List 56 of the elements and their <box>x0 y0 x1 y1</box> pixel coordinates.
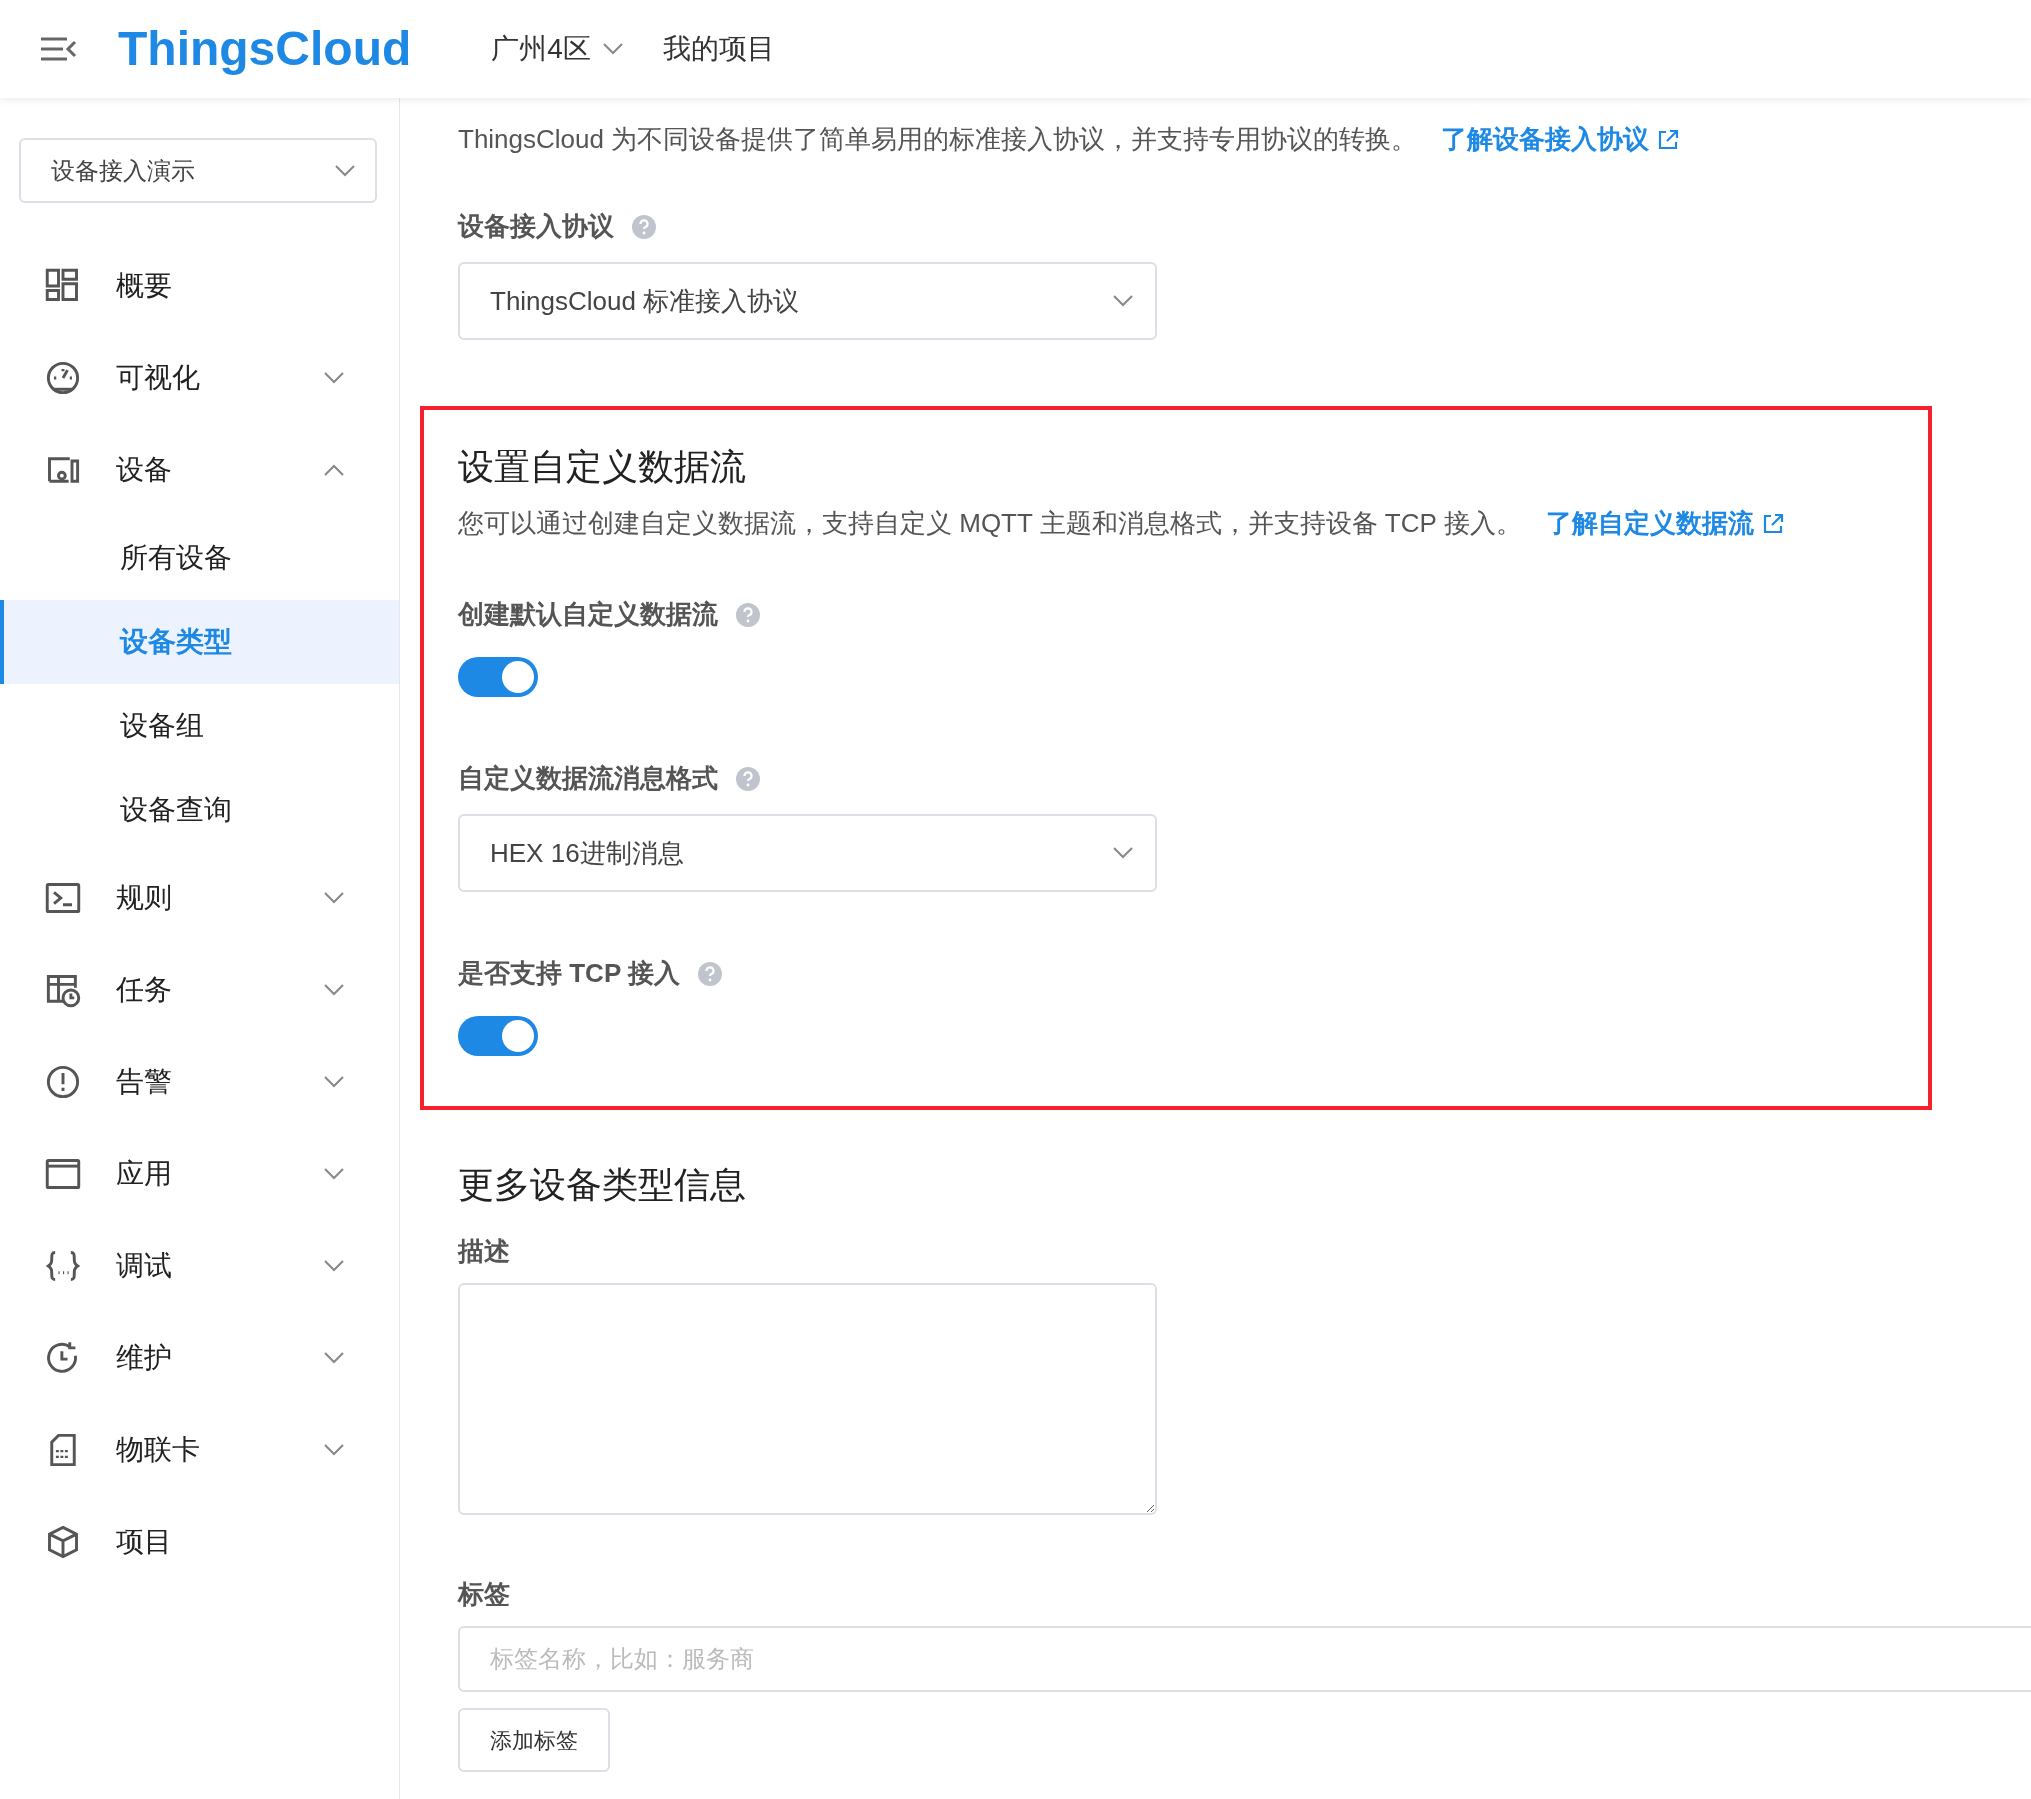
section-title: 设置自定义数据流 <box>458 445 747 489</box>
grid-icon <box>45 268 81 304</box>
menu-collapse-icon[interactable] <box>39 36 77 62</box>
field-label: 描述 <box>458 1235 511 1268</box>
nav-item[interactable]: 概要 <box>0 240 399 332</box>
section-title: 更多设备类型信息 <box>458 1163 747 1207</box>
cube-icon <box>45 1524 81 1560</box>
external-link-icon <box>1657 128 1680 151</box>
nav-item[interactable]: 设备 <box>0 424 399 516</box>
nav-subitem[interactable]: 设备组 <box>0 684 399 768</box>
window-icon <box>45 1156 81 1192</box>
external-link-icon <box>1761 512 1784 535</box>
project-select[interactable]: 设备接入演示 <box>19 138 377 203</box>
nav-item[interactable]: 应用 <box>0 1128 399 1220</box>
field-label: 创建默认自定义数据流 <box>458 598 718 631</box>
nav-item[interactable]: 调试 <box>0 1220 399 1312</box>
section-description: 您可以通过创建自定义数据流，支持自定义 MQTT 主题和消息格式，并支持设备 TCP 接入。 <box>458 507 1522 540</box>
alert-icon <box>45 1064 81 1100</box>
nav-subitem[interactable]: 设备查询 <box>0 768 399 852</box>
toggle-switch[interactable] <box>458 1016 538 1056</box>
nav-item[interactable]: 告警 <box>0 1036 399 1128</box>
project-link[interactable]: 我的项目 <box>662 28 775 70</box>
region-dropdown[interactable]: 广州4区 <box>491 28 623 70</box>
select-field[interactable]: HEX 16进制消息 <box>458 814 1157 892</box>
nav-subitem[interactable]: 所有设备 <box>0 516 399 600</box>
tag-name-field[interactable]: 标签名称，比如：服务商 <box>458 1626 2031 1692</box>
nav-item[interactable]: 规则 <box>0 852 399 944</box>
field-label: 标签 <box>458 1578 511 1611</box>
help-icon[interactable] <box>736 766 760 791</box>
field-label: 是否支持 TCP 接入 <box>458 957 680 990</box>
terminal-icon <box>45 880 81 916</box>
chevron-down-icon <box>335 164 355 177</box>
chevron-down-icon <box>1113 847 1133 859</box>
chevron-down-icon <box>1113 295 1133 307</box>
chevron-down-icon <box>602 43 623 55</box>
doc-link[interactable]: 了解设备接入协议 <box>1441 120 1680 159</box>
app-logo[interactable]: ThingsCloud <box>118 25 412 73</box>
field-label: 自定义数据流消息格式 <box>458 762 718 795</box>
nav-item[interactable]: 任务 <box>0 944 399 1036</box>
nav-item[interactable]: 物联卡 <box>0 1404 399 1496</box>
select-field[interactable]: ThingsCloud 标准接入协议 <box>458 262 1157 340</box>
nav-item[interactable]: 可视化 <box>0 332 399 424</box>
field-label: 设备接入协议 <box>458 210 614 243</box>
help-icon[interactable] <box>698 961 722 986</box>
doc-link[interactable]: 了解自定义数据流 <box>1545 504 1784 543</box>
help-icon[interactable] <box>736 602 760 627</box>
nav-item[interactable]: 维护 <box>0 1312 399 1404</box>
calendar-clock-icon <box>45 972 81 1008</box>
braces-icon <box>45 1248 81 1284</box>
help-icon[interactable] <box>632 214 656 239</box>
section-description: ThingsCloud 为不同设备提供了简单易用的标准接入协议，并支持专用协议的转换。 <box>458 123 1418 156</box>
gauge-icon <box>45 360 81 396</box>
nav-item[interactable]: 项目 <box>0 1496 399 1588</box>
add-tag-button[interactable]: 添加标签 <box>458 1708 610 1772</box>
toggle-switch[interactable] <box>458 657 538 697</box>
description-field[interactable] <box>458 1283 1157 1515</box>
